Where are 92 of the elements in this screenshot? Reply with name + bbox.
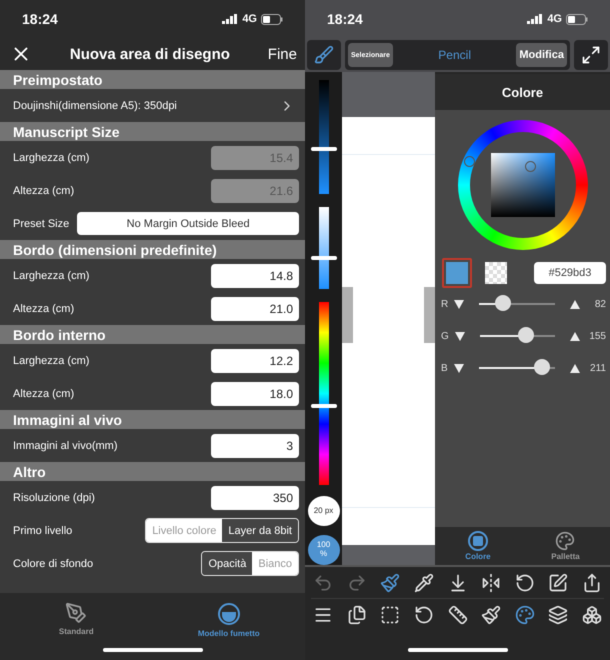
section-heading: Altro — [0, 462, 305, 481]
layers-icon[interactable] — [548, 605, 568, 625]
panel-tab[interactable]: Palletta — [545, 530, 586, 562]
slider-thumb[interactable] — [310, 147, 336, 152]
section-heading: Bordo interno — [0, 325, 305, 344]
slider-thumb[interactable] — [310, 404, 336, 408]
increase-button[interactable] — [570, 364, 580, 372]
field-label: Larghezza (cm) — [13, 270, 90, 282]
panel-handle[interactable] — [342, 287, 353, 343]
field-label: Larghezza (cm) — [13, 152, 90, 164]
bottom-tab[interactable]: Modello fumetto — [174, 601, 284, 639]
paintbrush-icon[interactable] — [481, 605, 502, 625]
tool-name: Pencil — [438, 48, 471, 62]
section-heading: Bordo (dimensioni predefinite) — [0, 240, 305, 259]
network-label: 4G — [242, 13, 257, 25]
field-label: Altezza (cm) — [13, 388, 74, 400]
segment-option[interactable]: Layer da 8bit — [222, 519, 298, 542]
field-label: Risoluzione (dpi) — [13, 492, 95, 504]
preset-size-select[interactable]: No Margin Outside Bleed — [77, 212, 299, 235]
edit-button[interactable]: Modifica — [516, 43, 567, 67]
brush-icon — [314, 45, 334, 65]
channel-label: R — [441, 298, 448, 310]
number-field[interactable]: 18.0 — [211, 382, 299, 406]
flip-icon[interactable] — [481, 572, 502, 592]
channel-value: 155 — [588, 330, 606, 342]
panel-tab[interactable]: Colore — [459, 530, 497, 562]
channel-value: 211 — [589, 362, 606, 374]
color-swatch[interactable] — [442, 258, 472, 288]
network-label: 4G — [547, 13, 562, 25]
field-label: Altezza (cm) — [13, 302, 74, 314]
status-time: 18:24 — [22, 11, 58, 27]
color-slider[interactable] — [310, 78, 338, 196]
panel-handle[interactable] — [424, 287, 435, 343]
files-icon[interactable] — [346, 605, 367, 625]
color-slider[interactable] — [310, 300, 338, 487]
section-heading: Manuscript Size — [0, 122, 305, 141]
slider-thumb[interactable] — [495, 295, 512, 311]
increase-button[interactable] — [570, 300, 580, 308]
circle-icon — [216, 602, 241, 626]
expand-icon — [581, 45, 601, 65]
field-label: Colore di sfondo — [13, 558, 94, 570]
field-label: Larghezza (cm) — [13, 354, 90, 366]
done-button[interactable]: Fine — [268, 46, 297, 62]
ruler-icon[interactable] — [448, 605, 468, 625]
number-field[interactable]: 350 — [211, 486, 299, 510]
edit-icon[interactable] — [548, 572, 568, 592]
pen-nib-icon — [65, 602, 88, 624]
preset-row[interactable]: Doujinshi(dimensione A5): 350dpi — [0, 89, 305, 122]
number-field[interactable]: 21.0 — [211, 296, 299, 320]
channel-label: B — [441, 362, 448, 374]
decrease-button[interactable] — [454, 364, 464, 372]
eyedropper-icon[interactable] — [414, 572, 434, 592]
decrease-button[interactable] — [454, 332, 465, 340]
signal-icon — [222, 14, 238, 24]
battery-icon — [261, 14, 283, 24]
panel-title: Colore — [435, 74, 610, 110]
section-heading: Preimpostato — [0, 70, 305, 89]
fullscreen-button[interactable] — [574, 40, 608, 70]
channel-label: G — [441, 330, 449, 342]
bottom-tab[interactable]: Standard — [21, 601, 132, 639]
decrease-button[interactable] — [454, 300, 464, 308]
selection-icon[interactable] — [380, 605, 400, 625]
rotate-icon[interactable] — [514, 572, 535, 592]
slider-thumb[interactable] — [310, 256, 336, 260]
rotate-icon[interactable] — [414, 605, 434, 625]
field-label: Immagini al vivo(mm) — [13, 440, 118, 452]
field-label: Preset Size — [13, 218, 70, 230]
square-circle-icon — [468, 531, 488, 551]
increase-button[interactable] — [570, 332, 580, 340]
window-title: Nuova area di disegno — [70, 46, 230, 62]
status-time: 18:24 — [327, 11, 363, 27]
brush-icon[interactable] — [380, 572, 400, 592]
slider-thumb[interactable] — [518, 327, 534, 343]
segment-option[interactable]: Opacità — [202, 552, 252, 575]
color-slider[interactable] — [310, 204, 338, 292]
battery-icon — [566, 14, 588, 24]
brush-tool-button[interactable] — [307, 40, 341, 70]
signal-icon — [527, 14, 544, 24]
slider-thumb[interactable] — [534, 359, 550, 375]
share-icon[interactable] — [582, 572, 602, 592]
section-heading: Immagini al vivo — [0, 410, 305, 429]
brush-size[interactable]: 20 px — [308, 496, 340, 526]
channel-value: 82 — [594, 298, 606, 310]
palette-icon — [555, 531, 576, 551]
cubes-icon[interactable] — [582, 605, 602, 625]
number-field[interactable]: 3 — [211, 434, 299, 458]
palette-icon[interactable] — [514, 605, 535, 625]
field-label: Primo livello — [13, 524, 72, 536]
number-field[interactable]: 12.2 — [211, 348, 299, 372]
number-field[interactable]: 14.8 — [211, 264, 299, 288]
field-label: Altezza (cm) — [13, 184, 74, 196]
hex-field[interactable]: #529bd3 — [534, 262, 606, 284]
